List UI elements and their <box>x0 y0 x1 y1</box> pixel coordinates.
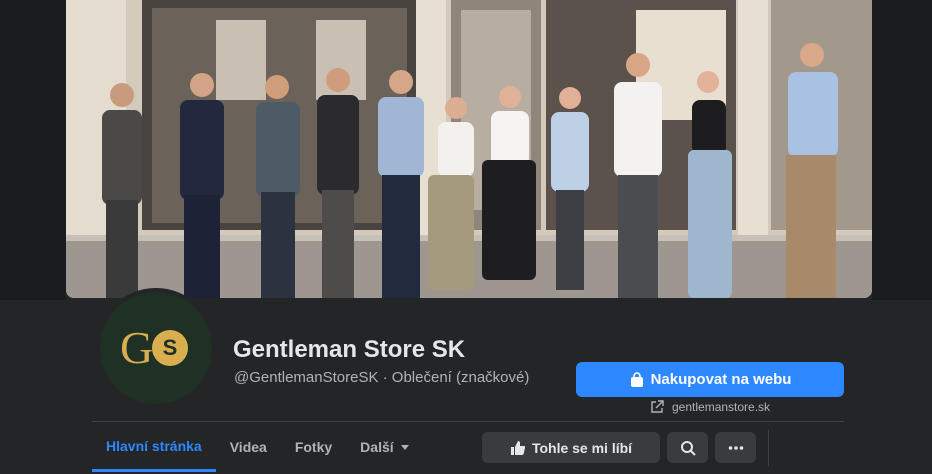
more-options-button[interactable] <box>715 432 756 463</box>
page-tabs: Hlavní stránka Videa Fotky Další <box>92 422 424 474</box>
website-url: gentlemanstore.sk <box>672 400 771 414</box>
cover-photo-image <box>66 0 872 298</box>
left-background <box>0 0 66 300</box>
brand-logo: G S <box>116 323 196 373</box>
search-page-button[interactable] <box>667 432 708 463</box>
shop-on-website-button[interactable]: Nakupovat na webu <box>576 362 844 397</box>
website-link[interactable]: gentlemanstore.sk <box>650 400 770 414</box>
shop-button-label: Nakupovat na webu <box>650 371 792 388</box>
page-handle-category: @GentlemanStoreSK · Oblečení (značkové) <box>234 369 530 386</box>
tab-photos[interactable]: Fotky <box>281 422 346 472</box>
like-page-button[interactable]: Tohle se mi líbí <box>482 432 660 463</box>
tab-home-label: Hlavní stránka <box>106 437 202 454</box>
caret-down-icon <box>400 445 409 450</box>
search-icon <box>680 440 696 456</box>
action-separator <box>768 430 769 466</box>
page-title[interactable]: Gentleman Store SK <box>233 336 465 364</box>
logo-letter-g: G <box>120 322 154 373</box>
cover-photo[interactable] <box>66 0 872 298</box>
tab-videos[interactable]: Videa <box>216 422 281 472</box>
tab-more-label: Další <box>360 439 394 455</box>
right-background <box>872 0 932 300</box>
thumbs-up-icon <box>510 440 526 455</box>
page: G S Gentleman Store SK @GentlemanStoreSK… <box>0 0 932 474</box>
like-button-label: Tohle se mi líbí <box>531 439 633 456</box>
logo-letter-s: S <box>152 330 188 366</box>
tab-more[interactable]: Další <box>346 422 423 472</box>
tab-photos-label: Fotky <box>294 439 333 455</box>
external-link-icon <box>651 400 664 413</box>
more-icon <box>728 445 743 450</box>
profile-avatar[interactable]: G S <box>96 288 216 408</box>
shopping-bag-icon <box>630 371 643 387</box>
tab-videos-label: Videa <box>229 439 267 455</box>
tab-home[interactable]: Hlavní stránka <box>92 422 216 472</box>
